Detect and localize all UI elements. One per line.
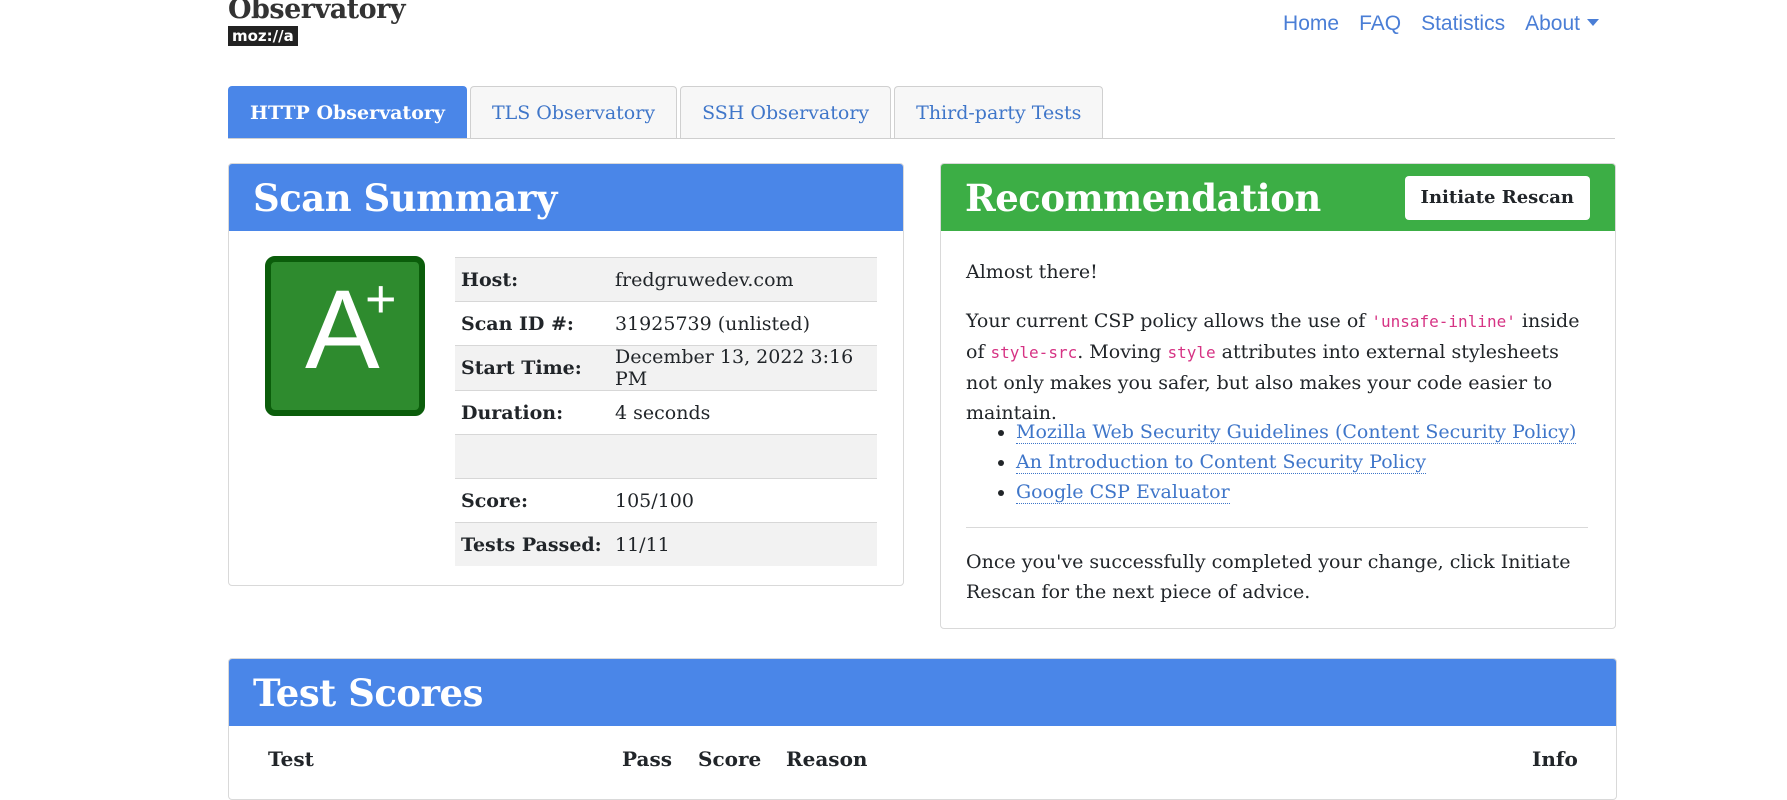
table-row: Start Time: December 13, 2022 3:16 PM	[455, 345, 877, 391]
score-label: Score:	[455, 478, 609, 523]
nav-statistics[interactable]: Statistics	[1421, 12, 1505, 36]
mozilla-logo: moz://a	[228, 26, 298, 47]
tests-passed-value: 11/11	[609, 522, 877, 566]
scan-id-label: Scan ID #:	[455, 301, 609, 346]
list-item: Google CSP Evaluator	[1016, 477, 1576, 507]
tab-ssh-observatory[interactable]: SSH Observatory	[680, 86, 892, 138]
tests-passed-label: Tests Passed:	[455, 522, 609, 566]
tab-http-observatory[interactable]: HTTP Observatory	[228, 86, 467, 138]
scan-info-table: Host: fredgruwedev.com Scan ID #: 31925739…	[455, 257, 877, 566]
test-scores-card: Test Scores Test Pass Score Reason Info	[228, 658, 1617, 800]
start-time-label: Start Time:	[455, 345, 609, 391]
column-test: Test	[268, 747, 314, 771]
column-score: Score	[698, 747, 762, 771]
scan-summary-header: Scan Summary	[229, 164, 903, 231]
text-segment: Your current CSP policy allows the use o…	[966, 310, 1372, 332]
tab-tls-observatory[interactable]: TLS Observatory	[469, 86, 678, 138]
recommendation-intro: Almost there!	[966, 261, 1098, 283]
link-mozilla-guidelines[interactable]: Mozilla Web Security Guidelines (Content…	[1016, 421, 1577, 444]
nav-about-label: About	[1525, 12, 1580, 35]
list-item: Mozilla Web Security Guidelines (Content…	[1016, 417, 1577, 447]
text-segment: . Moving	[1077, 341, 1168, 363]
empty-label	[455, 434, 609, 479]
top-nav: Home FAQ Statistics About	[1283, 12, 1599, 36]
tab-third-party-tests[interactable]: Third-party Tests	[894, 86, 1104, 138]
host-value: fredgruwedev.com	[609, 257, 877, 302]
table-row: Score: 105/100	[455, 478, 877, 523]
host-label: Host:	[455, 257, 609, 302]
list-item: An Introduction to Content Security Poli…	[1016, 447, 1576, 477]
column-pass: Pass	[622, 747, 672, 771]
score-value: 105/100	[609, 478, 877, 523]
table-row	[455, 434, 877, 479]
recommendation-outro: Once you've successfully completed your …	[966, 551, 1571, 603]
brand[interactable]: Observatory moz://a	[228, 0, 406, 47]
nav-about[interactable]: About	[1525, 12, 1599, 36]
resource-links: Mozilla Web Security Guidelines (Content…	[966, 417, 1577, 507]
grade-modifier: +	[365, 269, 397, 329]
test-scores-title: Test Scores	[253, 670, 483, 715]
observatory-tabs: HTTP Observatory TLS Observatory SSH Obs…	[228, 86, 1615, 139]
column-reason: Reason	[786, 747, 868, 771]
link-google-csp-evaluator[interactable]: Google CSP Evaluator	[1016, 481, 1230, 504]
grade-badge: A +	[265, 256, 425, 416]
scan-id-value: 31925739 (unlisted)	[609, 301, 877, 346]
test-scores-header: Test Scores	[229, 659, 1616, 726]
divider	[966, 527, 1588, 528]
code-unsafe-inline: 'unsafe-inline'	[1371, 312, 1516, 331]
scan-summary-title: Scan Summary	[253, 175, 557, 220]
table-row: Duration: 4 seconds	[455, 390, 877, 435]
caret-down-icon	[1587, 18, 1599, 26]
scan-summary-card: Scan Summary A + Host: fredgruwedev.com S…	[228, 163, 904, 586]
table-row: Scan ID #: 31925739 (unlisted)	[455, 301, 877, 346]
recommendation-card: Recommendation Initiate Rescan Almost th…	[940, 163, 1616, 629]
recommendation-text: Your current CSP policy allows the use o…	[966, 306, 1591, 428]
code-style: style	[1167, 343, 1216, 362]
empty-value	[609, 434, 877, 479]
site-title: Observatory	[228, 0, 406, 25]
code-style-src: style-src	[990, 343, 1078, 362]
start-time-value: December 13, 2022 3:16 PM	[609, 345, 877, 391]
duration-value: 4 seconds	[609, 390, 877, 435]
nav-home[interactable]: Home	[1283, 12, 1339, 36]
link-csp-introduction[interactable]: An Introduction to Content Security Poli…	[1016, 451, 1427, 474]
table-row: Tests Passed: 11/11	[455, 522, 877, 566]
nav-faq[interactable]: FAQ	[1359, 12, 1401, 36]
recommendation-header: Recommendation Initiate Rescan	[941, 164, 1615, 231]
initiate-rescan-button[interactable]: Initiate Rescan	[1404, 175, 1590, 220]
recommendation-title: Recommendation	[965, 175, 1321, 220]
column-info: Info	[1532, 747, 1578, 771]
table-row: Host: fredgruwedev.com	[455, 257, 877, 302]
duration-label: Duration:	[455, 390, 609, 435]
